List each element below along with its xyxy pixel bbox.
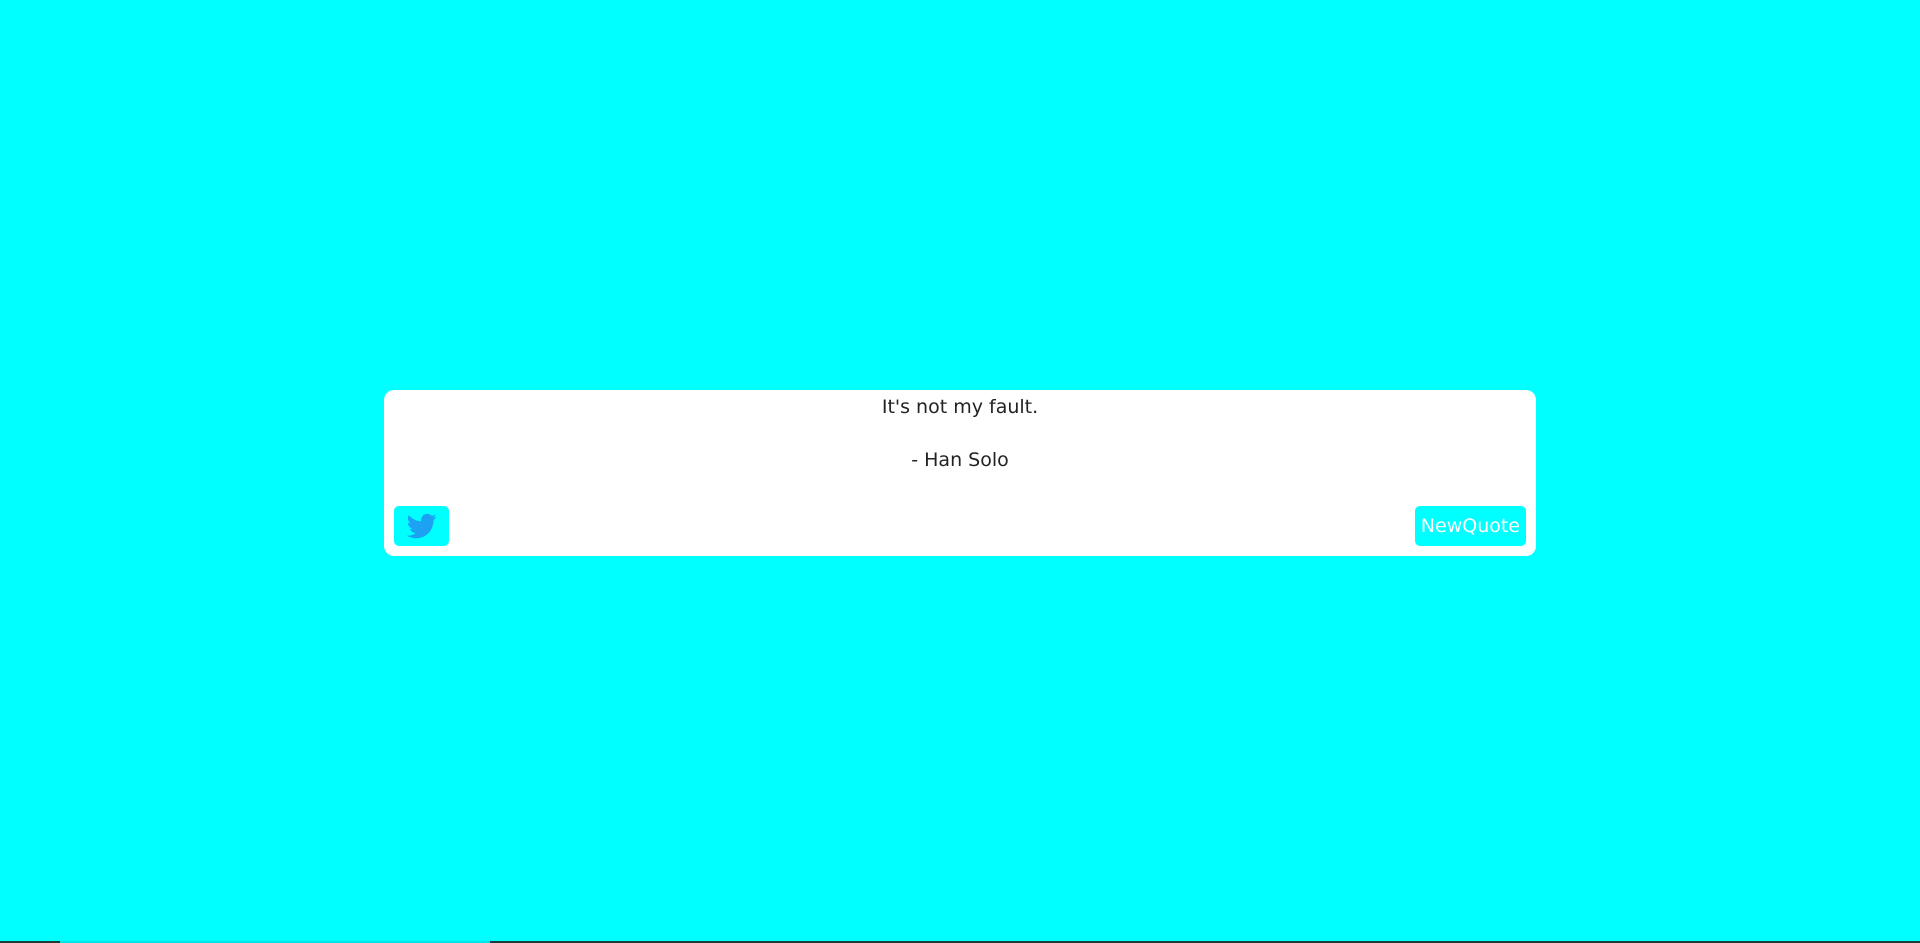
app-root: It's not my fault. - Han Solo NewQuote — [0, 0, 1920, 943]
twitter-bird-icon — [405, 511, 439, 541]
new-quote-button[interactable]: NewQuote — [1414, 506, 1526, 546]
quote-box: It's not my fault. - Han Solo NewQuote — [384, 390, 1536, 556]
quote-author: - Han Solo — [911, 449, 1009, 471]
tweet-button[interactable] — [394, 506, 449, 546]
quote-text: It's not my fault. — [881, 396, 1039, 418]
